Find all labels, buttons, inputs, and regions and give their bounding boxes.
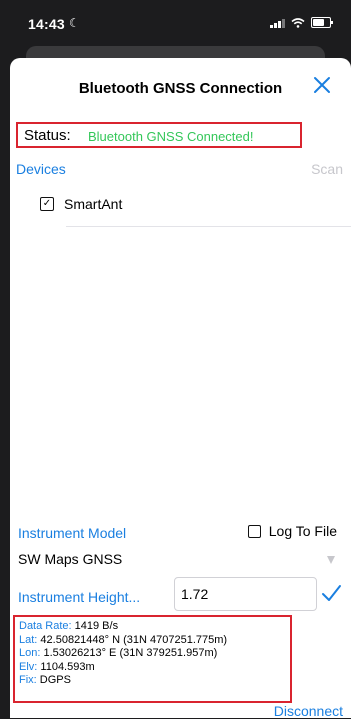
signal-icon <box>270 18 285 28</box>
elv-value: 1104.593m <box>40 660 95 673</box>
device-name: SmartAnt <box>64 196 123 212</box>
status-row: Status: Bluetooth GNSS Connected! <box>16 122 302 148</box>
dropdown-arrow-icon[interactable] <box>327 556 335 564</box>
dialog-title: Bluetooth GNSS Connection <box>78 80 283 97</box>
log-to-file-checkbox[interactable] <box>247 524 261 538</box>
divider <box>66 226 351 227</box>
data-rate-value: 1419 B/s <box>74 620 119 632</box>
fix-value: DGPS <box>39 674 71 686</box>
data-rate-row: Data Rate: 1419 B/s <box>19 620 286 634</box>
elv-label: Elv: <box>19 660 38 673</box>
disconnect-button[interactable]: Disconnect <box>274 703 343 719</box>
lat-row: Lat: 42.50821448° N (31N 4707251.775m) <box>19 634 286 648</box>
instrument-model-label: Instrument Model <box>18 525 127 541</box>
moon-icon: ☾ <box>69 16 80 30</box>
device-item[interactable]: ✓ SmartAnt <box>40 196 122 212</box>
wifi-icon <box>291 17 305 28</box>
log-to-file-toggle[interactable]: Log To File <box>247 523 337 539</box>
instrument-height-input[interactable] <box>174 577 317 611</box>
lat-value: 42.50821448° N (31N 4707251.775m) <box>40 633 228 646</box>
lon-value: 1.53026213° E (31N 379251.957m) <box>43 647 218 659</box>
close-icon[interactable] <box>311 74 333 96</box>
log-to-file-label: Log To File <box>268 523 337 539</box>
status-time: 14:43 <box>28 16 65 32</box>
devices-heading: Devices <box>16 161 66 177</box>
lat-label: Lat: <box>19 633 38 646</box>
lon-row: Lon: 1.53026213° E (31N 379251.957m) <box>19 647 286 661</box>
status-bar: 14:43 ☾ <box>0 0 351 40</box>
checkmark-icon[interactable] <box>320 582 342 604</box>
dialog-sheet: Bluetooth GNSS Connection Status: Blueto… <box>10 58 351 719</box>
battery-icon <box>311 17 333 28</box>
fix-label: Fix: <box>19 674 37 686</box>
elv-row: Elv: 1104.593m <box>19 661 286 675</box>
status-icons <box>270 17 333 28</box>
scan-button[interactable]: Scan <box>311 161 343 177</box>
fix-row: Fix: DGPS <box>19 674 286 688</box>
status-label: Status: <box>24 127 71 144</box>
lon-label: Lon: <box>19 647 41 659</box>
instrument-height-label: Instrument Height... <box>18 589 141 605</box>
data-rate-label: Data Rate: <box>19 620 72 632</box>
gnss-data-panel: Data Rate: 1419 B/s Lat: 42.50821448° N … <box>13 615 292 703</box>
status-value: Bluetooth GNSS Connected! <box>88 129 254 144</box>
device-checkbox[interactable]: ✓ <box>40 197 54 211</box>
instrument-model-select[interactable]: SW Maps GNSS <box>18 551 122 567</box>
